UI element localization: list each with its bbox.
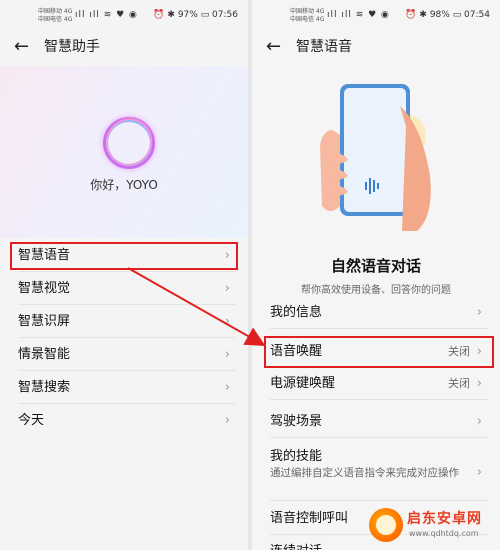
- watermark-url: www.qdhtdq.com: [409, 529, 479, 538]
- watermark-title: 启东安卓网: [407, 511, 482, 527]
- annotation-arrow: [127, 267, 266, 346]
- watermark-face-icon: [376, 515, 396, 535]
- site-watermark: 启东安卓网 www.qdhtdq.com: [369, 504, 494, 546]
